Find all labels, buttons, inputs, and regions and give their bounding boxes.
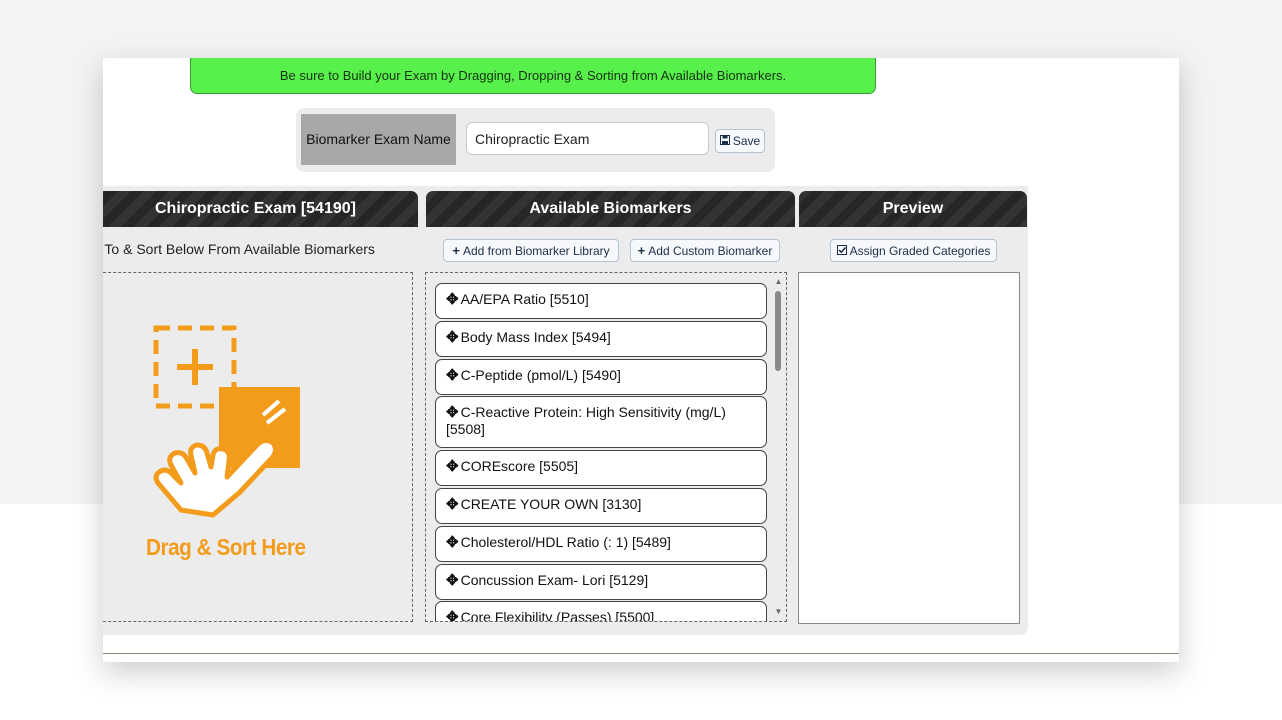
preview-column-title: Preview (882, 200, 944, 217)
add-custom-label: Add Custom Biomarker (648, 243, 773, 258)
biomarker-label: CREATE YOUR OWN [3130] (460, 496, 642, 512)
move-icon: ✥ (446, 609, 459, 622)
builder-panels: Chiropractic Exam [54190] g To & Sort Be… (103, 186, 1028, 635)
biomarker-label: AA/EPA Ratio [5510] (460, 291, 589, 307)
exam-dropzone[interactable]: Drag & Sort Here (103, 272, 413, 622)
move-icon: ✥ (446, 458, 459, 475)
exam-column-title: Chiropractic Exam [54190] (155, 200, 356, 217)
biomarker-label: Cholesterol/HDL Ratio (: 1) [5489] (460, 534, 671, 550)
exam-name-label: Biomarker Exam Name (301, 114, 456, 165)
save-button[interactable]: Save (715, 129, 765, 153)
save-label: Save (732, 134, 761, 148)
preview-area (798, 272, 1020, 624)
plus-icon: + (637, 243, 646, 258)
biomarker-item[interactable]: ✥ Concussion Exam- Lori [5129] (435, 564, 767, 600)
biomarker-label: C-Peptide (pmol/L) [5490] (460, 367, 621, 383)
exam-builder-card: Be sure to Build your Exam by Dragging, … (103, 58, 1179, 662)
available-column-header: Available Biomarkers (426, 191, 795, 227)
move-icon: ✥ (446, 572, 459, 589)
scrollbar-thumb[interactable] (775, 291, 781, 371)
instruction-text: Be sure to Build your Exam by Dragging, … (279, 68, 787, 83)
biomarker-item[interactable]: ✥ CREATE YOUR OWN [3130] (435, 488, 767, 524)
dropzone-label: Drag & Sort Here (146, 534, 306, 560)
biomarker-label: COREscore [5505] (460, 458, 579, 474)
add-from-library-button[interactable]: + Add from Biomarker Library (443, 239, 619, 262)
biomarker-item[interactable]: ✥ AA/EPA Ratio [5510] (435, 283, 767, 319)
move-icon: ✥ (446, 404, 459, 421)
biomarker-item[interactable]: ✥ Body Mass Index [5494] (435, 321, 767, 357)
biomarker-item[interactable]: ✥ COREscore [5505] (435, 450, 767, 486)
assign-graded-label: Assign Graded Categories (849, 243, 991, 258)
move-icon: ✥ (446, 329, 459, 346)
preview-column-header: Preview (799, 191, 1027, 227)
check-square-icon (836, 244, 847, 258)
biomarker-item[interactable]: ✥ C-Peptide (pmol/L) [5490] (435, 359, 767, 395)
scroll-down-icon[interactable]: ▼ (774, 607, 783, 617)
move-icon: ✥ (446, 367, 459, 384)
move-icon: ✥ (446, 534, 459, 551)
move-icon: ✥ (446, 291, 459, 308)
footer-divider (103, 653, 1179, 654)
assign-graded-categories-button[interactable]: Assign Graded Categories (830, 239, 997, 262)
instruction-banner: Be sure to Build your Exam by Dragging, … (190, 58, 876, 94)
plus-icon: + (452, 243, 460, 258)
drag-drop-hand-icon (153, 325, 300, 518)
move-icon: ✥ (446, 496, 459, 513)
biomarker-item[interactable]: ✥ Core Flexibility (Passes) [5500] (435, 601, 767, 622)
scroll-up-icon[interactable]: ▲ (774, 277, 783, 287)
exam-name-form: Biomarker Exam Name Save (296, 108, 775, 172)
available-biomarker-list[interactable]: ✥ AA/EPA Ratio [5510] ✥ Body Mass Index [5… (425, 272, 787, 622)
biomarker-label: Body Mass Index [5494] (460, 329, 611, 345)
exam-column-header: Chiropractic Exam [54190] (103, 191, 418, 227)
add-custom-biomarker-button[interactable]: + Add Custom Biomarker (630, 239, 780, 262)
exam-name-input[interactable] (466, 122, 709, 155)
exam-column-hint: g To & Sort Below From Available Biomark… (103, 241, 375, 257)
available-column-title: Available Biomarkers (529, 200, 692, 217)
biomarker-list-scrollbar[interactable]: ▲ ▼ (774, 277, 783, 617)
biomarker-item[interactable]: ✥ Cholesterol/HDL Ratio (: 1) [5489] (435, 526, 767, 562)
floppy-disk-icon (719, 134, 730, 148)
biomarker-label: Core Flexibility (Passes) [5500] (460, 609, 655, 622)
biomarker-label: C-Reactive Protein: High Sensitivity (mg… (446, 404, 726, 437)
biomarker-label: Concussion Exam- Lori [5129] (460, 572, 649, 588)
add-from-library-label: Add from Biomarker Library (462, 243, 610, 258)
biomarker-item[interactable]: ✥ C-Reactive Protein: High Sensitivity (m… (435, 396, 767, 448)
